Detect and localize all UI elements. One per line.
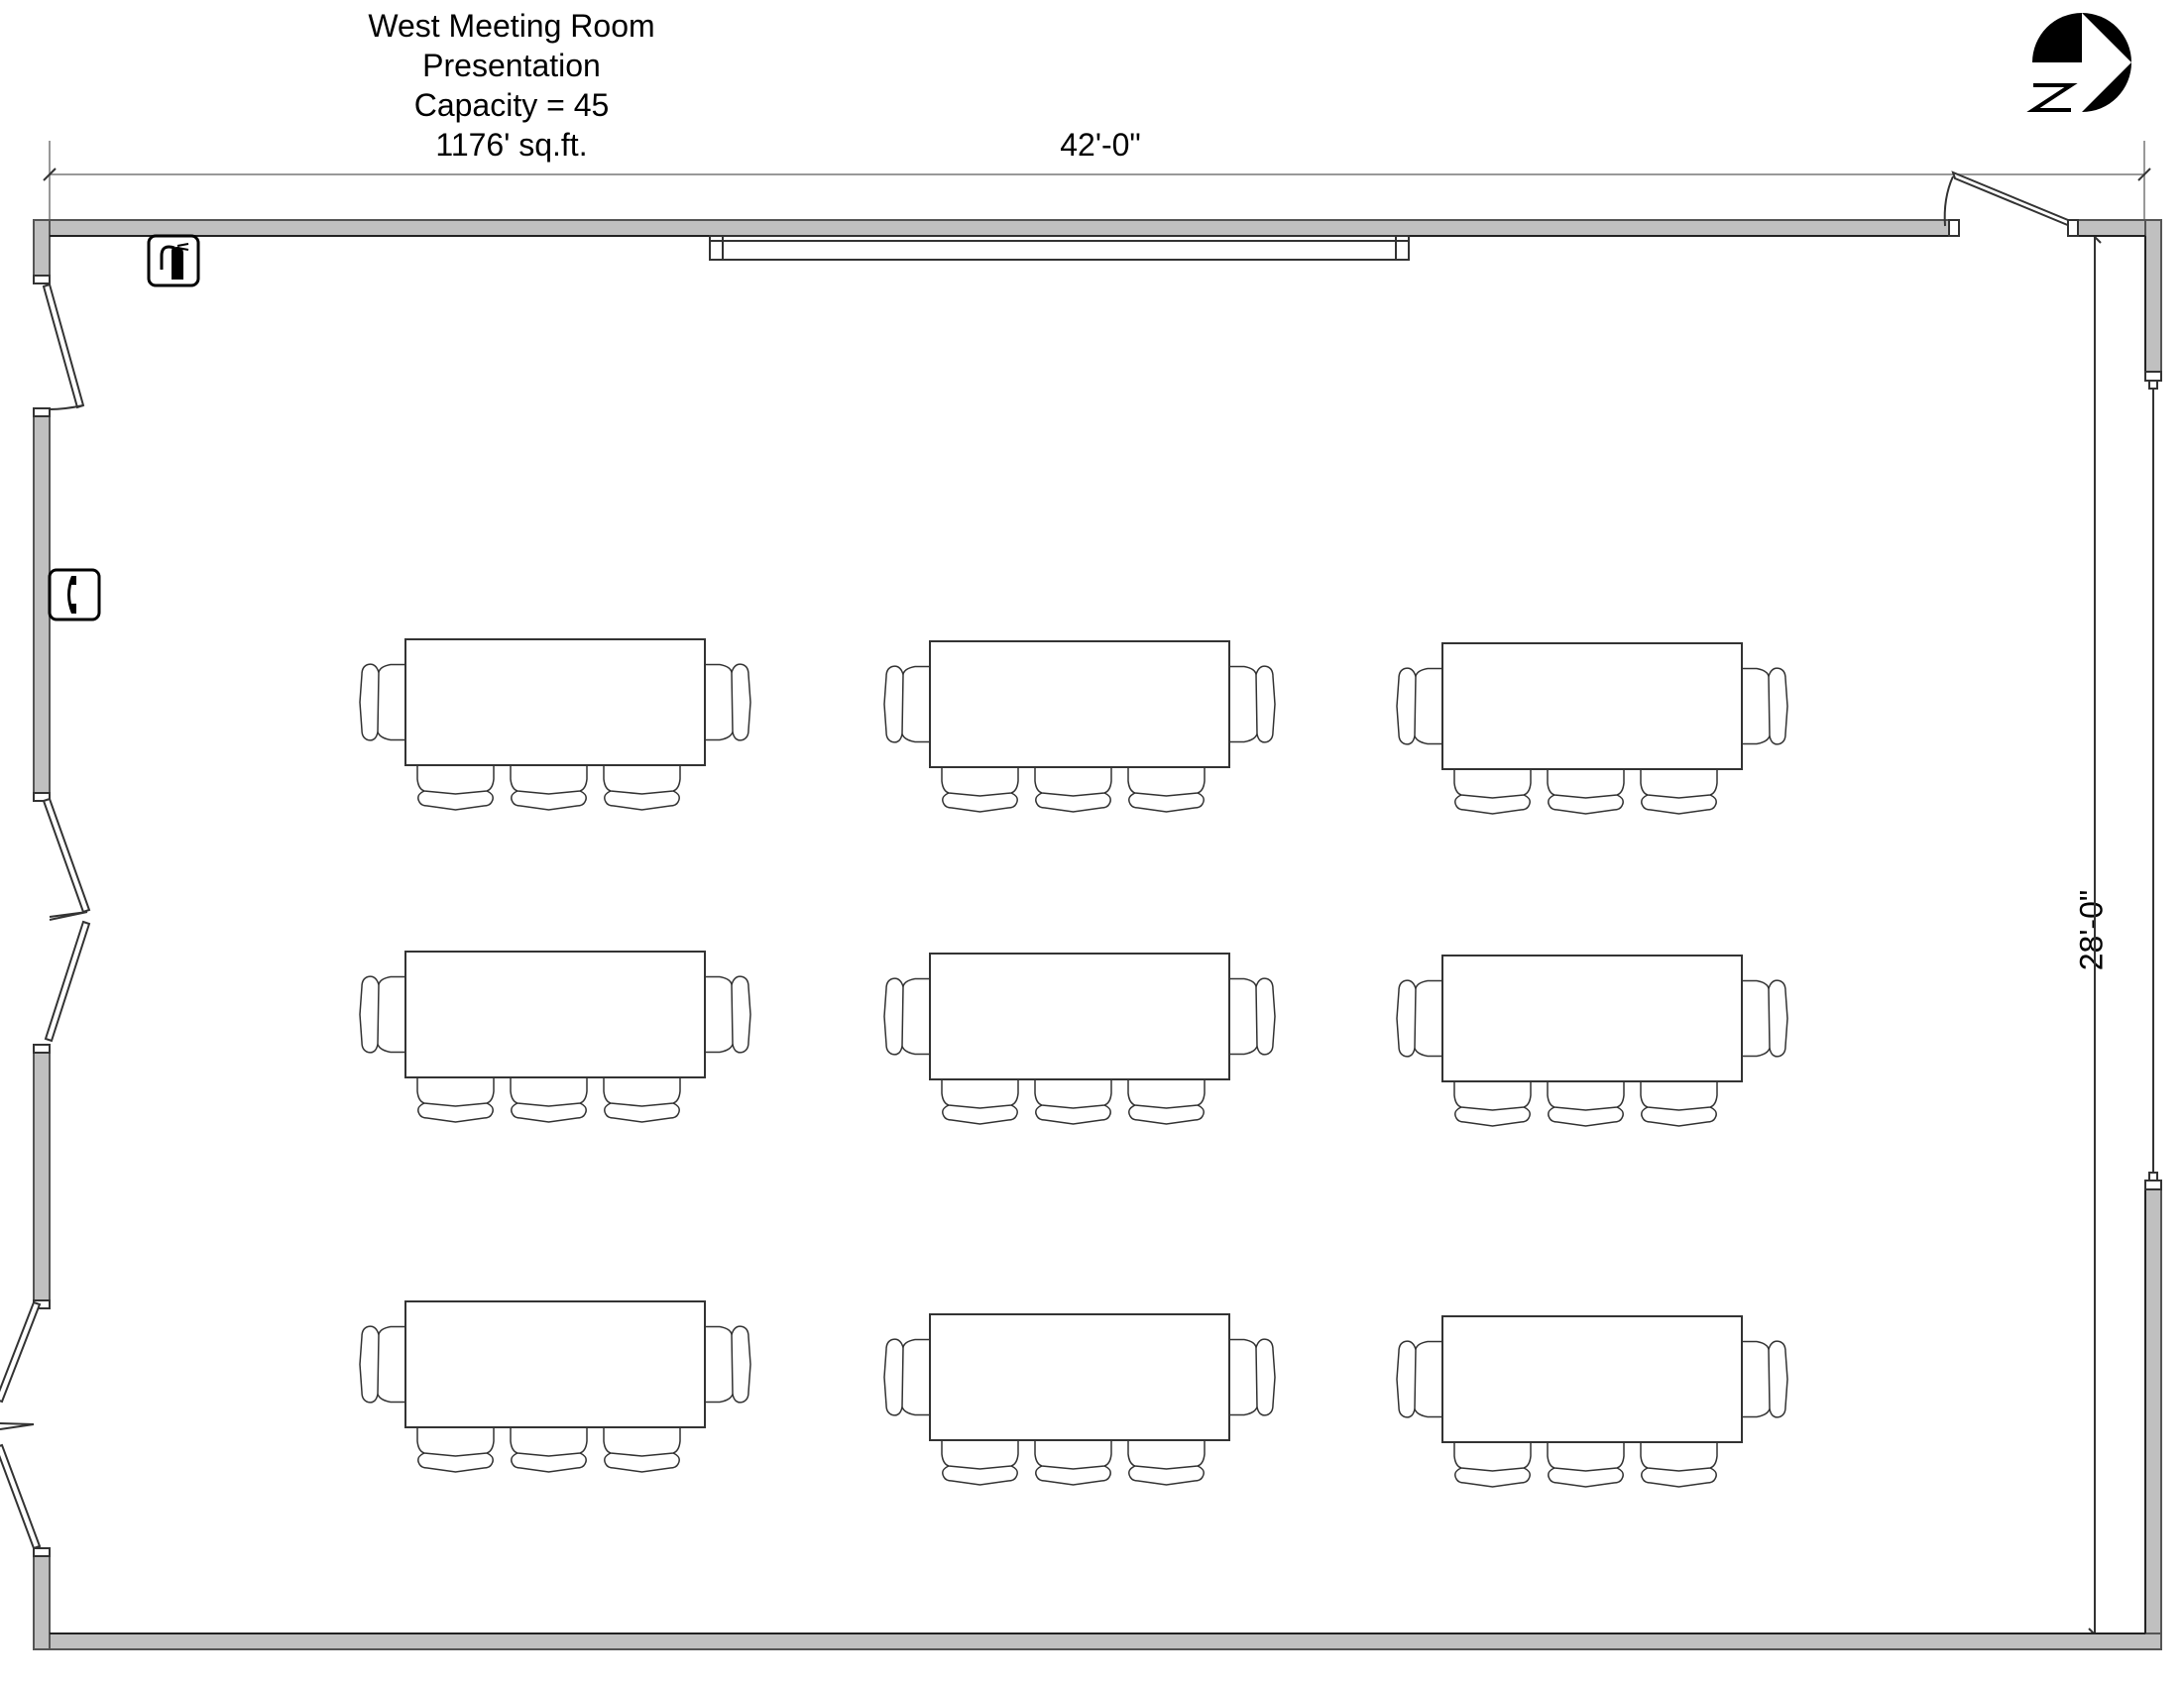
chair[interactable] xyxy=(1396,979,1442,1058)
table-group xyxy=(359,951,751,1123)
chair[interactable] xyxy=(603,1077,681,1123)
chair[interactable] xyxy=(1547,769,1625,815)
chair[interactable] xyxy=(1640,1081,1718,1127)
chair[interactable] xyxy=(510,765,588,811)
chair[interactable] xyxy=(1453,769,1532,815)
table-group xyxy=(359,638,751,811)
table[interactable] xyxy=(404,1300,706,1428)
chair[interactable] xyxy=(1229,665,1276,743)
table[interactable] xyxy=(929,953,1230,1080)
chair[interactable] xyxy=(1396,1340,1442,1418)
table-group xyxy=(359,1300,751,1473)
north-arrow-icon xyxy=(2026,13,2131,112)
chair[interactable] xyxy=(603,1427,681,1473)
table[interactable] xyxy=(404,638,706,766)
table-layout xyxy=(359,638,1788,1488)
west-wall-mid xyxy=(33,415,51,794)
chair[interactable] xyxy=(1547,1442,1625,1488)
chair[interactable] xyxy=(883,665,930,743)
chair[interactable] xyxy=(1127,767,1206,813)
chair[interactable] xyxy=(941,767,1019,813)
telephone-icon xyxy=(48,568,101,621)
west-door-3[interactable] xyxy=(0,1299,51,1557)
chair[interactable] xyxy=(1453,1442,1532,1488)
table[interactable] xyxy=(404,951,706,1078)
chair[interactable] xyxy=(1547,1081,1625,1127)
west-door-1[interactable] xyxy=(33,275,85,417)
east-wall-upper xyxy=(2144,219,2162,373)
chair[interactable] xyxy=(359,975,405,1054)
chair[interactable] xyxy=(1034,1440,1112,1486)
chair[interactable] xyxy=(1640,769,1718,815)
chair[interactable] xyxy=(1453,1081,1532,1127)
table-group xyxy=(1396,955,1788,1127)
table-group xyxy=(883,1313,1276,1486)
north-door[interactable] xyxy=(1943,170,2079,237)
table[interactable] xyxy=(929,640,1230,768)
table-group xyxy=(883,953,1276,1125)
fire-extinguisher-icon xyxy=(147,234,200,287)
chair[interactable] xyxy=(1034,767,1112,813)
chair[interactable] xyxy=(1229,1338,1276,1416)
table-group xyxy=(1396,1315,1788,1488)
west-wall-bottom xyxy=(33,1555,51,1650)
chair[interactable] xyxy=(1640,1442,1718,1488)
depth-dimension-line xyxy=(2088,230,2102,1641)
west-wall-top xyxy=(33,219,51,277)
chair[interactable] xyxy=(1229,977,1276,1056)
chair[interactable] xyxy=(1034,1079,1112,1125)
chair[interactable] xyxy=(416,1077,495,1123)
chair[interactable] xyxy=(1742,979,1788,1058)
chair[interactable] xyxy=(1742,667,1788,745)
chair[interactable] xyxy=(510,1427,588,1473)
table-group xyxy=(1396,642,1788,815)
table[interactable] xyxy=(929,1313,1230,1441)
chair[interactable] xyxy=(359,663,405,741)
east-wall-lower xyxy=(2144,1188,2162,1650)
chair[interactable] xyxy=(705,1325,751,1404)
chair[interactable] xyxy=(416,765,495,811)
chair[interactable] xyxy=(603,765,681,811)
floor-plan xyxy=(0,13,2162,1650)
south-wall xyxy=(33,1632,2162,1650)
west-door-2[interactable] xyxy=(33,792,91,1054)
chair[interactable] xyxy=(941,1079,1019,1125)
width-dimension-line xyxy=(43,141,2151,220)
west-wall-lower xyxy=(33,1052,51,1301)
chair[interactable] xyxy=(416,1427,495,1473)
chair[interactable] xyxy=(359,1325,405,1404)
chair[interactable] xyxy=(941,1440,1019,1486)
chair[interactable] xyxy=(883,977,930,1056)
table[interactable] xyxy=(1441,955,1743,1082)
presentation-screen xyxy=(709,235,1410,261)
chair[interactable] xyxy=(1127,1079,1206,1125)
east-opening xyxy=(2144,371,2162,1190)
chair[interactable] xyxy=(1127,1440,1206,1486)
chair[interactable] xyxy=(705,663,751,741)
chair[interactable] xyxy=(705,975,751,1054)
north-wall xyxy=(33,219,1950,237)
chair[interactable] xyxy=(1396,667,1442,745)
chair[interactable] xyxy=(883,1338,930,1416)
table-group xyxy=(883,640,1276,813)
table[interactable] xyxy=(1441,642,1743,770)
chair[interactable] xyxy=(1742,1340,1788,1418)
table[interactable] xyxy=(1441,1315,1743,1443)
chair[interactable] xyxy=(510,1077,588,1123)
